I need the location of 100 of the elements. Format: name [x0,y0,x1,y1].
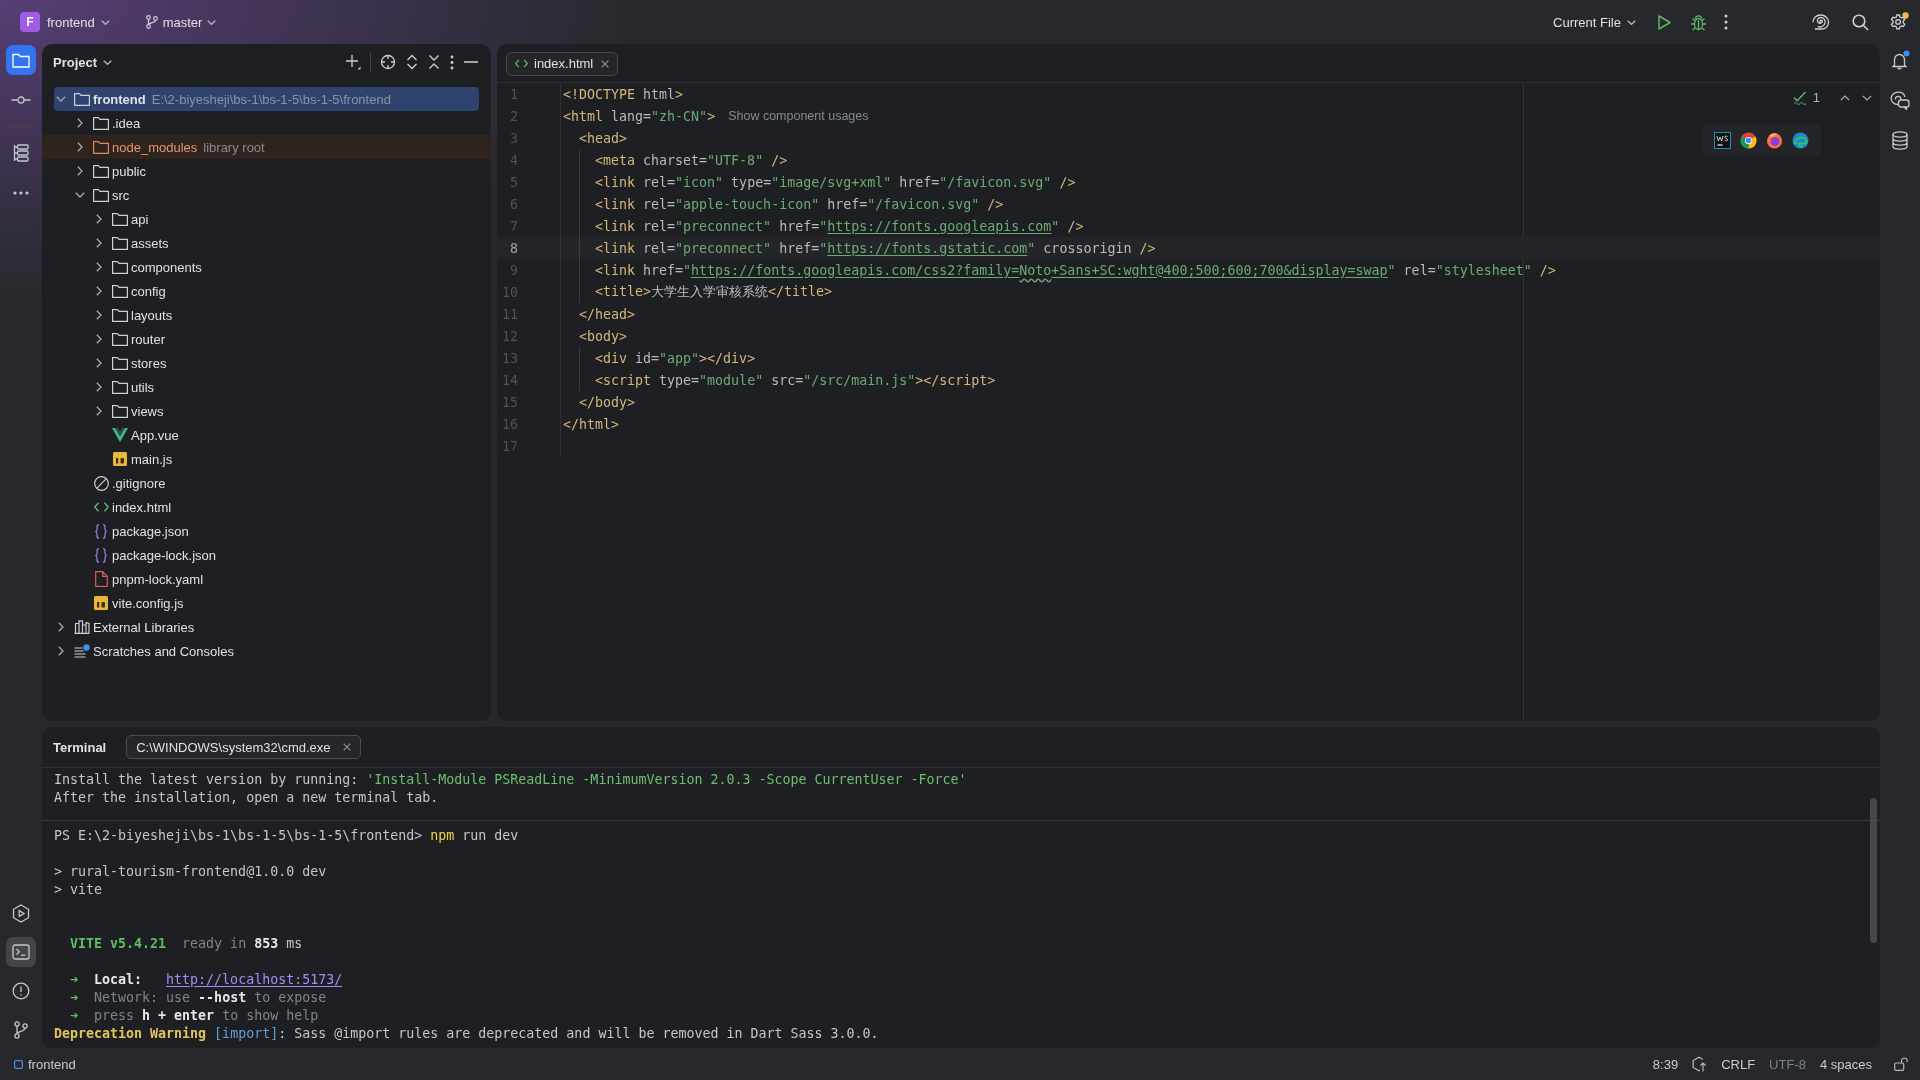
tree-item[interactable]: api [54,207,479,231]
project-avatar: F [20,12,40,32]
square-icon [14,1059,23,1069]
folder-icon [93,164,109,178]
project-switcher[interactable]: F frontend [20,8,110,36]
close-icon[interactable] [342,743,351,751]
tree-item[interactable]: App.vue [54,423,479,447]
chevron-right-icon[interactable] [58,622,64,632]
tree-item[interactable]: Scratches and Consoles [54,639,479,663]
line-separator[interactable]: CRLF [1721,1056,1756,1072]
library-icon [74,620,90,634]
tree-item[interactable]: assets [54,231,479,255]
chevron-down-icon [1627,19,1636,25]
terminal-line: Deprecation Warning [import]: Sass @import rules are deprecated and will be removed in Dart Sass 3.0.0. [54,1025,879,1041]
tree-item[interactable]: public [54,159,479,183]
tree-item[interactable]: External Libraries [54,615,479,639]
more-options-icon[interactable] [1724,14,1728,30]
tree-item[interactable]: package-lock.json [54,543,479,567]
square-logo-icon[interactable] [1714,132,1731,149]
chevron-right-icon[interactable] [96,310,102,320]
path-label: E:\2-biyesheji\bs-1\bs-1-5\bs-1-5\frontend [151,91,391,107]
tool-window-button[interactable] [6,937,36,967]
chevron-right-icon[interactable] [96,262,102,272]
indentation[interactable]: 4 spaces [1819,1056,1872,1072]
swirl-logo-icon[interactable] [1792,132,1809,149]
tree-item[interactable]: node_modules library root [42,135,491,159]
chevron-right-icon[interactable] [96,382,102,392]
folder-icon [112,212,128,226]
tool-window-button[interactable] [6,45,36,75]
settings-icon[interactable] [1889,12,1909,32]
chevron-right-icon[interactable] [77,166,83,176]
inspection-count[interactable]: 1 [1812,90,1820,105]
chevron-right-icon[interactable] [96,214,102,224]
crosshair-icon[interactable] [380,54,396,70]
folder-icon [12,52,30,68]
tree-item[interactable]: src [54,183,479,207]
tree-item[interactable]: main.js [54,447,479,471]
project-view-selector[interactable]: Project [53,54,113,70]
flame-logo-icon[interactable] [1766,132,1783,149]
ring-logo-icon[interactable] [1740,132,1757,149]
add-icon[interactable] [345,54,361,70]
code-line: <head> [579,130,628,146]
breadcrumb[interactable]: frontend [14,1056,76,1072]
tree-item[interactable]: stores [54,351,479,375]
chevron-down-icon[interactable] [56,96,66,102]
terminal-tab[interactable]: C:\WINDOWS\system32\cmd.exe [126,735,361,759]
search-icon[interactable] [1852,13,1869,31]
code-line: <link rel="icon" type="image/svg+xml" href="/favicon.svg" /> [595,174,1076,190]
tree-item[interactable]: config [54,279,479,303]
tree-item[interactable]: utils [54,375,479,399]
code-line: </head> [579,306,636,322]
scrollbar-thumb[interactable] [1870,798,1877,943]
chevron-right-icon[interactable] [58,646,64,656]
tree-item[interactable]: pnpm-lock.yaml [54,567,479,591]
folder-icon [112,284,128,298]
run-configuration-selector[interactable]: Current File [1553,8,1636,36]
tree-item[interactable]: package.json [54,519,479,543]
tree-item[interactable]: router [54,327,479,351]
tree-item[interactable]: index.html [54,495,479,519]
chevron-down-icon [207,19,217,25]
tree-item[interactable]: views [54,399,479,423]
tree-item[interactable]: .idea [54,111,479,135]
branch-switcher[interactable]: master [145,8,217,36]
chevron-right-icon[interactable] [77,118,83,128]
tree-item[interactable]: layouts [54,303,479,327]
tree-item[interactable]: components [54,255,479,279]
terminal-title: Terminal [53,739,107,755]
close-icon[interactable] [601,59,610,68]
chevron-right-icon[interactable] [96,406,102,416]
check-icon[interactable] [1792,90,1807,105]
padlock-icon[interactable] [1894,1057,1908,1071]
chevrons-up-down-icon[interactable] [406,54,418,70]
chevron-right-icon[interactable] [96,334,102,344]
chevron-down-icon[interactable] [1862,94,1872,101]
code-line: </html> [563,416,620,432]
chevron-up-icon[interactable] [1840,94,1850,101]
spiral-icon[interactable] [1812,14,1830,30]
document-icon [94,571,108,587]
folder-icon [112,404,128,418]
chevrons-collapse-icon[interactable] [428,54,440,70]
tree-item[interactable]: vite.config.js [54,591,479,615]
more-options-icon[interactable] [450,54,454,70]
hexagon-arrow-icon[interactable] [1692,1056,1708,1072]
code-line: <html lang="zh-CN"> [563,108,716,124]
inlay-hint[interactable]: Show component usages [728,109,869,123]
chevron-right-icon[interactable] [96,238,102,248]
terminal-line: ➜ Local: http://localhost:5173/ [70,971,343,987]
chevron-down-icon [103,59,113,65]
editor-tab[interactable]: index.html [506,51,619,76]
folder-icon [93,188,109,202]
link[interactable]: http://localhost:5173/ [166,971,343,987]
chevron-right-icon[interactable] [96,286,102,296]
tree-item[interactable]: .gitignore [54,471,479,495]
tree-item[interactable]: frontend E:\2-biyesheji\bs-1\bs-1-5\bs-1-5\frontend [54,87,479,111]
chevron-right-icon[interactable] [96,358,102,368]
bug-icon[interactable] [1690,13,1707,31]
play-icon[interactable] [1658,14,1671,30]
chevron-down-icon[interactable] [75,192,85,198]
cursor-position[interactable]: 8:39 [1652,1056,1679,1072]
chevron-right-icon[interactable] [77,142,83,152]
